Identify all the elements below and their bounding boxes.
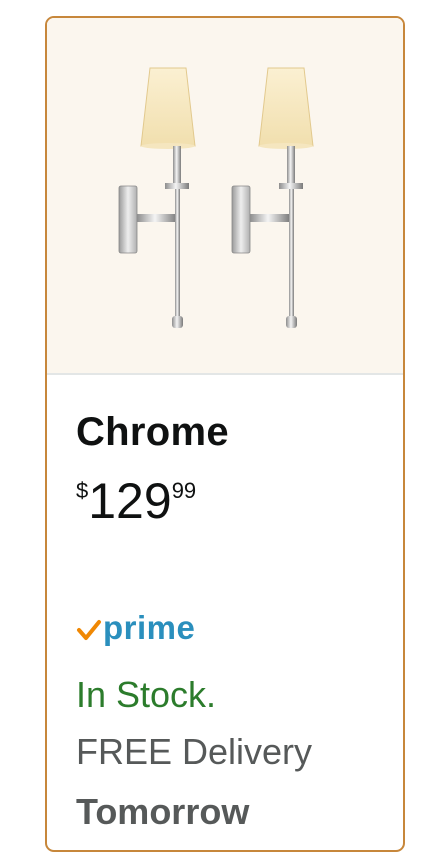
prime-badge: prime: [76, 608, 195, 652]
stock-status: In Stock.: [76, 674, 217, 715]
sconce-left: [118, 67, 196, 328]
price-currency-symbol: $: [76, 478, 89, 503]
prime-label: prime: [103, 608, 196, 646]
delivery-date: Tomorrow: [76, 791, 250, 832]
price-fraction: 99: [171, 478, 197, 503]
product-card[interactable]: Chrome $12999 prime In Stock. FREE Deliv…: [45, 16, 405, 852]
wall-sconce-pair-image: [118, 67, 314, 328]
prime-check-icon: [77, 620, 101, 640]
product-price: $12999: [76, 476, 196, 526]
sconce-right: [231, 67, 314, 328]
product-image[interactable]: [47, 18, 403, 375]
product-title[interactable]: Chrome: [76, 410, 229, 455]
price-whole: 129: [88, 473, 172, 529]
delivery-label: FREE Delivery: [76, 731, 313, 772]
